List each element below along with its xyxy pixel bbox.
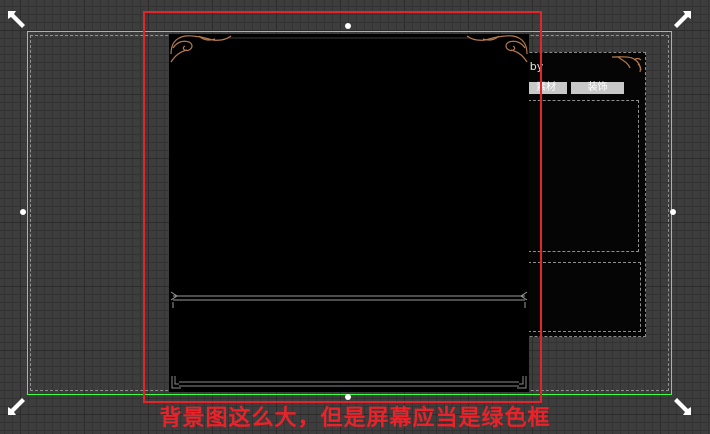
background-image-bounds[interactable]	[143, 11, 542, 403]
anchor-handle-top-right-icon[interactable]	[670, 8, 694, 32]
ui-editor-canvas[interactable]: aby 素材 装饰 背景图这么大，但是屏幕应当是绿色框	[0, 0, 710, 434]
side-panel-footer-area	[528, 262, 641, 332]
anchor-handle-top-left-icon[interactable]	[5, 8, 29, 32]
tab-decoration[interactable]: 装饰	[571, 82, 624, 94]
side-panel-content-area	[528, 100, 639, 252]
resize-handle-top[interactable]	[345, 23, 351, 29]
resize-handle-left[interactable]	[20, 209, 26, 215]
ornate-corner-icon	[611, 56, 642, 73]
resize-handle-right[interactable]	[670, 209, 676, 215]
annotation-caption: 背景图这么大，但是屏幕应当是绿色框	[159, 406, 551, 431]
